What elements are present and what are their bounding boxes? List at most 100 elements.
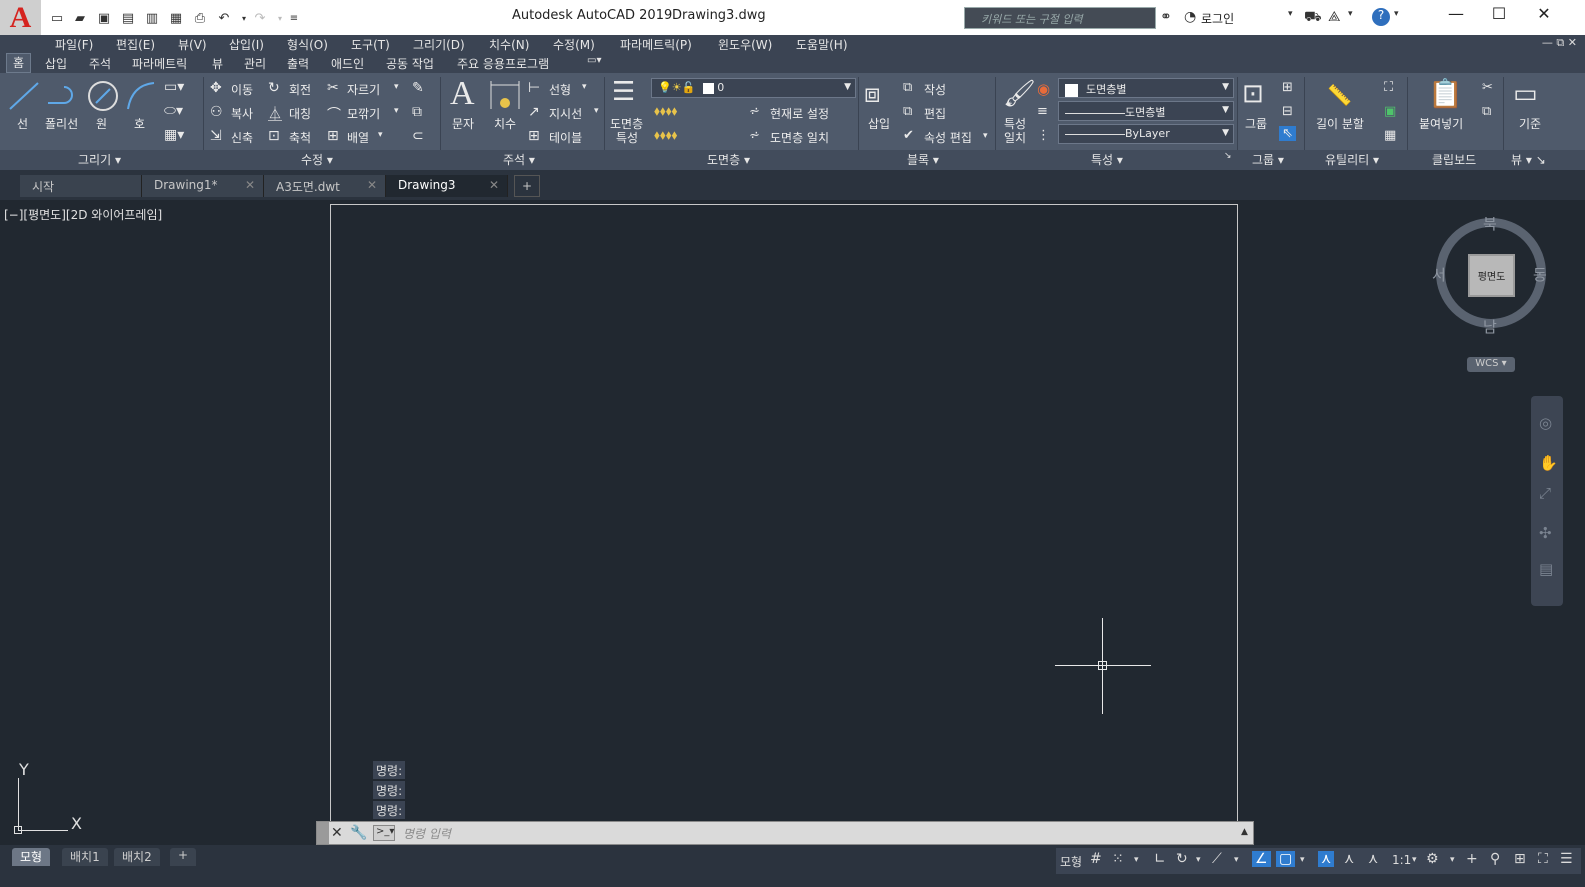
new-tab-plus-icon[interactable]: +	[514, 175, 540, 197]
scale-button[interactable]: 축척	[289, 129, 311, 146]
base-view-button[interactable]: 기준	[1519, 115, 1541, 132]
insert-block-button[interactable]: 삽입	[868, 115, 890, 132]
grid-icon[interactable]: #	[1090, 851, 1102, 867]
menu-modify[interactable]: 수정(M)	[553, 36, 595, 53]
command-input[interactable]: 명령 입력	[403, 825, 451, 842]
base-view-icon[interactable]: ▭	[1513, 79, 1538, 109]
customize-qat-icon[interactable]: ≡	[286, 10, 302, 26]
group-button[interactable]: 그룹	[1245, 115, 1267, 132]
new-file-icon[interactable]: ▭	[49, 10, 65, 26]
edit-block-button[interactable]: 편집	[924, 105, 946, 122]
erase-icon[interactable]: ✎	[412, 80, 424, 96]
dimension-icon[interactable]	[488, 79, 522, 113]
orbit-icon[interactable]: ✣	[1539, 524, 1552, 542]
tab-featured-apps[interactable]: 주요 응용프로그램	[457, 55, 549, 72]
layer-match-icon[interactable]: ⩫	[749, 128, 760, 143]
copy-button[interactable]: 복사	[231, 105, 253, 122]
circle-icon[interactable]	[86, 79, 120, 113]
group-edit-icon[interactable]: ⊟	[1282, 104, 1293, 119]
mirror-icon[interactable]: ⏅	[268, 104, 282, 124]
move-button[interactable]: 이동	[231, 81, 253, 98]
snap-icon[interactable]: ⁙	[1112, 851, 1124, 867]
isolate-objects-icon[interactable]: ⚲	[1490, 851, 1500, 867]
menu-tools[interactable]: 도구(T)	[351, 36, 390, 53]
help-dropdown-icon[interactable]: ▾	[1394, 9, 1399, 19]
login-dropdown-icon[interactable]: ▾	[1288, 9, 1293, 19]
graphics-performance-icon[interactable]: ⊞	[1514, 851, 1526, 867]
group-icon[interactable]: ⊡	[1242, 79, 1264, 109]
line-icon[interactable]	[6, 79, 42, 113]
tab-annotate[interactable]: 주석	[89, 55, 111, 72]
make-current-button[interactable]: 현재로 설정	[770, 105, 829, 122]
line-button[interactable]: 선	[17, 115, 28, 132]
insert-block-icon[interactable]: ⧈	[864, 79, 881, 110]
color-wheel-icon[interactable]: ◉	[1037, 80, 1050, 98]
layout-tab-model[interactable]: 모형	[12, 848, 51, 866]
minimize-icon[interactable]: —	[1441, 4, 1471, 23]
measure-icon[interactable]: 📏	[1327, 83, 1352, 107]
customization-menu-icon[interactable]: ☰	[1560, 851, 1573, 867]
object-snap-tracking-icon[interactable]: ∠	[1252, 851, 1271, 867]
stretch-button[interactable]: 신축	[231, 129, 253, 146]
annotation-visibility-icon[interactable]: ⋏	[1318, 851, 1335, 867]
table-button[interactable]: 테이블	[549, 129, 582, 146]
plus-icon[interactable]: +	[1466, 851, 1478, 867]
polar-dropdown-icon[interactable]: ▾	[1196, 855, 1201, 865]
tab-view[interactable]: 뷰	[212, 55, 223, 72]
match-properties-icon[interactable]: 🖌	[1003, 79, 1036, 109]
doc-tab-drawing3[interactable]: Drawing3 ✕	[386, 175, 508, 197]
attribute-edit-icon[interactable]: ✔	[903, 128, 914, 143]
fillet-icon[interactable]: ⌒	[327, 104, 341, 124]
attribute-edit-button[interactable]: 속성 편집	[924, 129, 972, 146]
help-icon[interactable]: ?	[1372, 8, 1390, 26]
quick-select-icon[interactable]: ⛶	[1384, 80, 1393, 95]
trim-icon[interactable]: ✂	[327, 80, 339, 96]
save-web-icon[interactable]: ▦	[168, 10, 184, 26]
menu-window[interactable]: 윈도우(W)	[718, 36, 772, 53]
menu-file[interactable]: 파일(F)	[55, 36, 93, 53]
select-similar-icon[interactable]: ▣	[1384, 104, 1396, 119]
array-dropdown-icon[interactable]: ▾	[378, 130, 383, 140]
polyline-button[interactable]: 폴리선	[45, 115, 78, 132]
offset-icon[interactable]: ⊂	[412, 128, 424, 144]
login-button[interactable]: 로그인	[1201, 10, 1234, 27]
undo-dropdown-icon[interactable]: ▾	[236, 10, 252, 26]
snap-dropdown-icon[interactable]: ▾	[1134, 855, 1139, 865]
compass-east[interactable]: 동	[1533, 264, 1547, 285]
doc-tab-start[interactable]: 시작	[20, 175, 142, 197]
polar-icon[interactable]: ↻	[1176, 851, 1188, 867]
hatch-icon[interactable]: ▦▾	[164, 127, 184, 143]
tab-addins[interactable]: 애드인	[331, 55, 364, 72]
doc-tab-a3[interactable]: A3도면.dwt ✕	[264, 175, 386, 197]
annotation-scale-value[interactable]: 1:1	[1392, 853, 1411, 867]
panel-block[interactable]: 블록 ▾	[907, 151, 939, 168]
match-properties-label-2[interactable]: 일치	[1004, 129, 1026, 146]
tab-home[interactable]: 홈	[6, 53, 32, 73]
fillet-button[interactable]: 모깎기	[347, 105, 380, 122]
cart-icon[interactable]: ⛟	[1304, 9, 1322, 27]
cut-icon[interactable]: ✂	[1482, 80, 1493, 95]
linear-dropdown-icon[interactable]: ▾	[582, 82, 587, 92]
ortho-icon[interactable]: ∟	[1154, 851, 1166, 867]
lineweight-icon[interactable]: ≡	[1037, 104, 1048, 119]
layout-tab-2[interactable]: 배치2	[114, 848, 160, 866]
object-snap-dropdown-icon[interactable]: ▾	[1300, 855, 1305, 865]
arc-icon[interactable]	[124, 79, 158, 113]
calculator-icon[interactable]: ▦	[1384, 128, 1396, 143]
create-block-button[interactable]: 작성	[924, 81, 946, 98]
polyline-icon[interactable]	[46, 83, 80, 113]
viewcube-face[interactable]: 평면도	[1468, 254, 1515, 297]
color-dropdown[interactable]: 도면층별 ▼	[1058, 78, 1234, 98]
trim-dropdown-icon[interactable]: ▾	[394, 82, 399, 92]
layer-match-button[interactable]: 도면층 일치	[770, 129, 829, 146]
layer-properties-label-2[interactable]: 특성	[616, 129, 638, 146]
close-tab-icon[interactable]: ✕	[489, 178, 499, 192]
layer-tools-row2-icon[interactable]: ⬧⬧⬧⬧	[654, 128, 677, 143]
tab-collaborate[interactable]: 공동 작업	[386, 55, 434, 72]
stretch-icon[interactable]: ⇲	[210, 128, 222, 144]
menu-help[interactable]: 도움말(H)	[796, 36, 848, 53]
tab-manage[interactable]: 관리	[244, 55, 266, 72]
steering-wheel-icon[interactable]: ◎	[1539, 414, 1552, 432]
workspace-dropdown-icon[interactable]: ▾	[1450, 855, 1455, 865]
menu-view[interactable]: 뷰(V)	[178, 36, 207, 53]
